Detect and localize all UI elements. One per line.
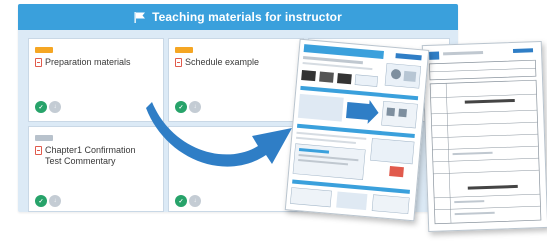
curved-arrow-icon (146, 102, 292, 167)
